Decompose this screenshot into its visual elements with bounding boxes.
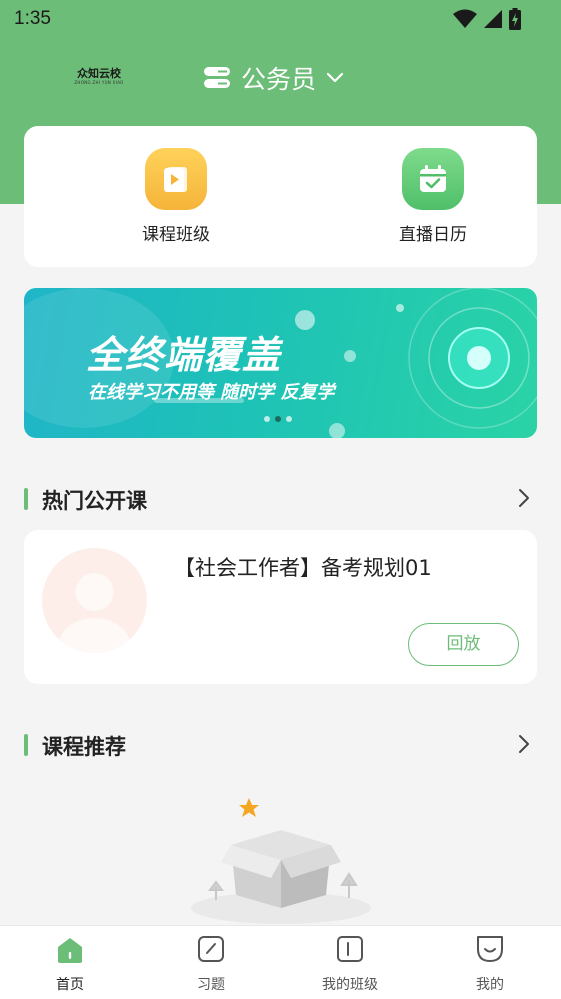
status-icons [453, 8, 521, 30]
tab-label: 我的 [476, 977, 504, 993]
logo-text: 众知云校 [77, 67, 121, 80]
pagination-dot-active[interactable] [275, 416, 281, 422]
tab-label: 我的班级 [322, 977, 378, 993]
app-logo: 众知云校 ZHONG ZHI YUN XIAO [72, 68, 126, 90]
chevron-right-icon[interactable] [513, 733, 535, 755]
pagination-dot[interactable] [286, 416, 292, 422]
logo-subtext: ZHONG ZHI YUN XIAO [74, 80, 124, 85]
status-time: 1:35 [14, 8, 51, 29]
quick-action-live-calendar[interactable]: 直播日历 [363, 148, 503, 245]
promo-banner[interactable]: 全终端覆盖 在线学习不用等 随时学 反复学 [24, 288, 537, 438]
quick-actions-card: 课程班级 直播日历 [24, 126, 537, 267]
tab-exercises[interactable]: 习题 [161, 934, 261, 994]
section-title: 热门公开课 [42, 489, 147, 513]
calendar-check-icon [402, 148, 464, 210]
book-stack-icon [204, 67, 230, 88]
video-book-icon [145, 148, 207, 210]
wifi-icon [453, 9, 477, 28]
teacher-avatar [42, 548, 147, 653]
replay-button[interactable]: 回放 [408, 623, 519, 666]
banner-subtitle: 在线学习不用等 随时学 反复学 [88, 382, 335, 403]
category-label: 公务员 [241, 65, 317, 94]
pencil-note-icon [198, 936, 224, 962]
pagination-dot[interactable] [264, 416, 270, 422]
banner-title: 全终端覆盖 [86, 333, 282, 377]
quick-action-label: 课程班级 [142, 225, 210, 245]
quick-action-label: 直播日历 [399, 225, 467, 245]
bottom-tab-bar: 首页 习题 我的班级 我的 [0, 925, 561, 999]
signal-icon [484, 10, 502, 28]
chevron-down-icon [326, 72, 344, 83]
tab-label: 习题 [197, 977, 225, 993]
banner-pagination [264, 416, 292, 422]
section-accent-bar [24, 734, 28, 756]
course-title: 【社会工作者】备考规划01 [174, 556, 432, 580]
section-title: 课程推荐 [42, 735, 126, 759]
recommended-courses-header: 课程推荐 [24, 730, 537, 760]
empty-box-illustration [191, 798, 371, 924]
smile-face-icon [477, 936, 503, 962]
app-header: 众知云校 ZHONG ZHI YUN XIAO 公务员 [0, 50, 561, 110]
section-accent-bar [24, 488, 28, 510]
chevron-right-icon[interactable] [513, 487, 535, 509]
tab-profile[interactable]: 我的 [440, 934, 540, 994]
public-course-card[interactable]: 【社会工作者】备考规划01 回放 [24, 530, 537, 684]
tab-label: 首页 [56, 977, 84, 993]
battery-icon [509, 8, 521, 30]
category-selector[interactable]: 公务员 [203, 60, 344, 96]
tab-home[interactable]: 首页 [20, 934, 120, 994]
status-bar: 1:35 [0, 0, 561, 40]
home-icon [58, 938, 82, 963]
class-board-icon [337, 936, 363, 962]
tab-my-class[interactable]: 我的班级 [300, 934, 400, 994]
quick-action-course-class[interactable]: 课程班级 [106, 148, 246, 245]
hot-courses-header: 热门公开课 [24, 484, 537, 514]
